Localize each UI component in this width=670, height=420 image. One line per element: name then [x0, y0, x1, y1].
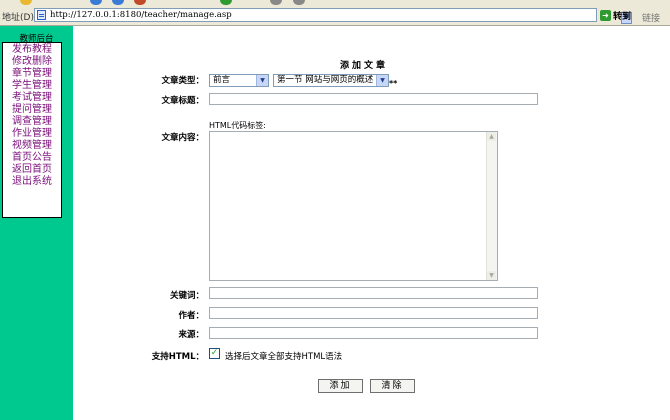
page-icon	[37, 10, 46, 20]
address-bar: 地址(D) http://127.0.0.1:8180/teacher/mana…	[0, 6, 670, 26]
source-label: 来源：	[178, 330, 204, 340]
article-title-label: 文章标题：	[161, 96, 204, 106]
toolbar-icon[interactable]	[134, 0, 146, 5]
article-title-input[interactable]	[209, 93, 538, 105]
content-textarea[interactable]: ▲ ▼	[209, 131, 498, 281]
toolbar-icon[interactable]	[220, 0, 232, 5]
toolbar-icon[interactable]	[293, 0, 305, 5]
toolbar-icon[interactable]	[270, 0, 282, 5]
scroll-up-icon[interactable]: ▲	[487, 132, 496, 141]
sidebar-item-videos[interactable]: 视频管理	[12, 140, 52, 152]
author-label: 作者：	[178, 311, 204, 321]
sidebar-item-homework[interactable]: 作业管理	[12, 128, 52, 140]
sidebar-item-questions[interactable]: 提问管理	[12, 104, 52, 116]
address-input[interactable]: http://127.0.0.1:8180/teacher/manage.asp…	[34, 8, 632, 24]
form-title: 添加文章	[340, 61, 389, 71]
check-icon: ✓	[210, 348, 219, 358]
scroll-down-icon[interactable]: ▼	[487, 271, 496, 280]
toolbar-icon[interactable]	[90, 0, 102, 5]
sidebar-item-publish[interactable]: 发布教程	[12, 44, 52, 56]
sidebar-item-chapters[interactable]: 章节管理	[12, 68, 52, 80]
article-type-select[interactable]: 前言 ▼	[209, 74, 269, 87]
sidebar-item-edit-delete[interactable]: 修改删除	[12, 56, 52, 68]
html-tag-label: HTML代码标签:	[209, 121, 266, 130]
chevron-down-icon: ▼	[376, 75, 388, 86]
article-type-label: 文章类型：	[161, 76, 204, 86]
content-scrollbar[interactable]: ▲ ▼	[486, 132, 497, 280]
html-support-checkbox[interactable]: ✓	[209, 348, 220, 359]
sidebar: 教师后台 发布教程 修改删除 章节管理 学生管理 考试管理 提问管理 调查管理 …	[0, 26, 73, 420]
address-label: 地址(D)	[2, 13, 34, 23]
keywords-input[interactable]	[209, 287, 538, 299]
toolbar-icon[interactable]	[112, 0, 124, 5]
sidebar-item-exams[interactable]: 考试管理	[12, 92, 52, 104]
keywords-label: 关键词：	[169, 291, 204, 301]
toolbar-icon[interactable]	[20, 0, 32, 5]
sidebar-item-students[interactable]: 学生管理	[12, 80, 52, 92]
clear-button[interactable]: 清除	[370, 379, 415, 393]
sidebar-item-logout[interactable]: 退出系统	[12, 176, 52, 188]
chevron-down-icon: ▼	[256, 75, 268, 86]
content-label: 文章内容：	[161, 133, 204, 143]
links-button[interactable]: 链接	[642, 11, 660, 24]
html-support-text: 选择后文章全部支持HTML语法	[225, 352, 343, 362]
add-button[interactable]: 添加	[318, 379, 363, 393]
author-input[interactable]	[209, 307, 538, 319]
go-label: 转到	[613, 12, 632, 22]
sidebar-item-announcements[interactable]: 首页公告	[12, 152, 52, 164]
article-type-value: 前言	[213, 75, 231, 85]
sidebar-menu: 发布教程 修改删除 章节管理 学生管理 考试管理 提问管理 调查管理 作业管理 …	[2, 42, 62, 218]
required-mark: **	[389, 79, 398, 88]
address-url[interactable]: http://127.0.0.1:8180/teacher/manage.asp	[50, 10, 232, 20]
section-select[interactable]: 第一节 网站与网页的概述 ▼	[273, 74, 389, 87]
sidebar-item-surveys[interactable]: 调查管理	[12, 116, 52, 128]
section-value: 第一节 网站与网页的概述	[277, 75, 374, 85]
go-button[interactable]: ➜ 转到	[600, 9, 631, 22]
go-arrow-icon: ➜	[600, 10, 611, 21]
source-input[interactable]	[209, 327, 538, 339]
sidebar-item-home[interactable]: 返回首页	[12, 164, 52, 176]
html-support-label: 支持HTML：	[151, 352, 204, 362]
